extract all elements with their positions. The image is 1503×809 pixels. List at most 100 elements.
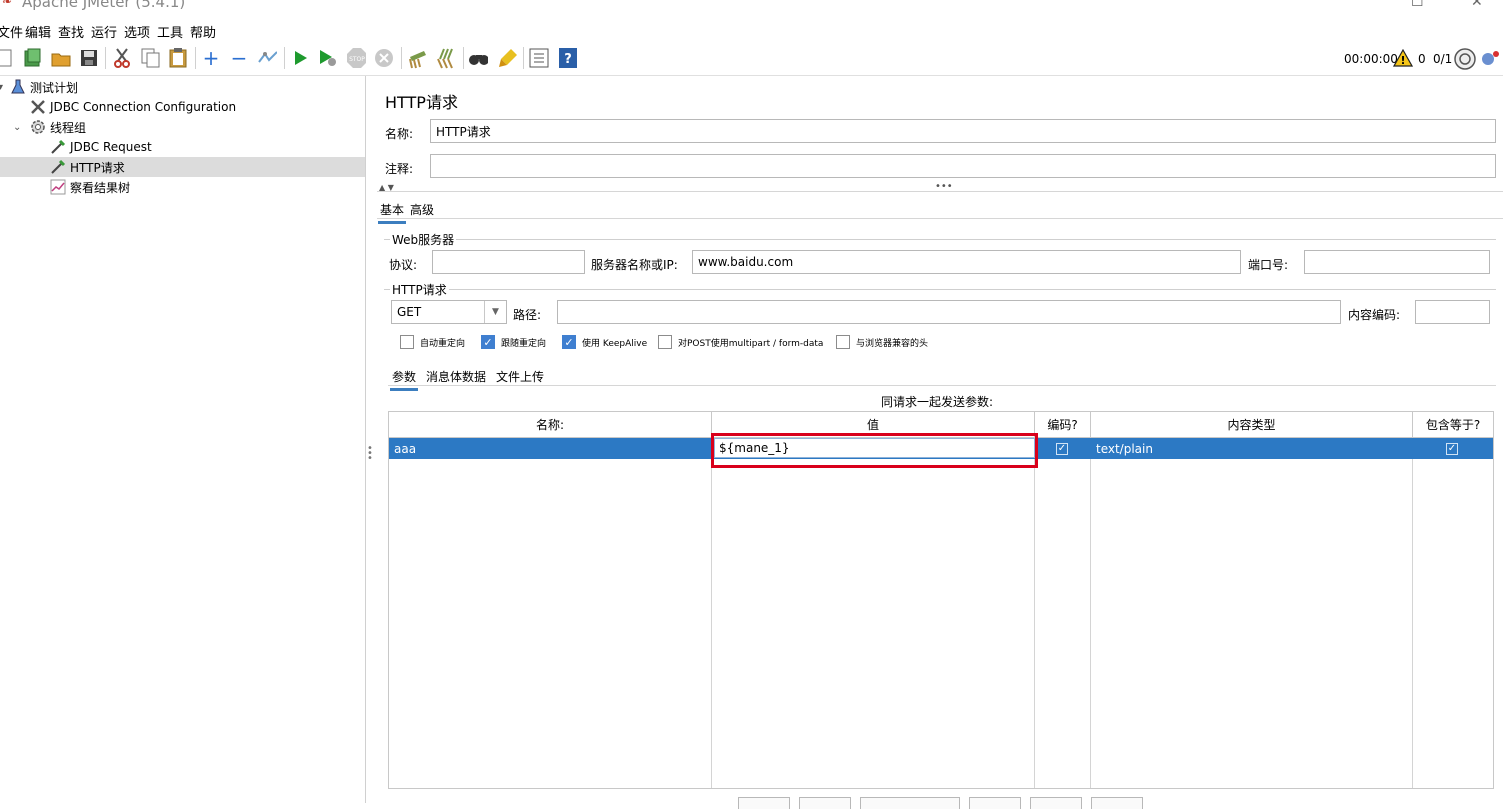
detail-button[interactable] xyxy=(738,797,790,809)
check-icon[interactable]: ✓ xyxy=(1446,442,1458,455)
pipette-icon xyxy=(50,159,66,175)
tab-file-upload[interactable]: 文件上传 xyxy=(494,366,546,391)
expand-icon[interactable]: + xyxy=(201,46,221,70)
path-input[interactable] xyxy=(557,300,1341,324)
reset-search-icon[interactable] xyxy=(497,48,517,68)
web-server-legend: Web服务器 xyxy=(390,231,457,248)
comment-label: 注释: xyxy=(385,162,414,176)
paste-icon[interactable] xyxy=(168,48,188,68)
menu-options[interactable]: 选项 xyxy=(124,22,150,41)
menu-help[interactable]: 帮助 xyxy=(190,22,216,41)
check-icon[interactable]: ✓ xyxy=(481,335,495,349)
collapse-arrows-icon[interactable]: ▲ ▼ xyxy=(379,183,394,192)
column-header-include-equals[interactable]: 包含等于? xyxy=(1413,412,1493,438)
browser-headers-checkbox[interactable]: 与浏览器兼容的头 xyxy=(836,335,928,349)
tree-item-jdbc-config[interactable]: JDBC Connection Configuration xyxy=(0,97,365,117)
maximize-button[interactable]: ☐ xyxy=(1411,0,1424,10)
include-equals-cell[interactable]: ✓ xyxy=(1441,438,1481,459)
main-tabs: 基本 高级 xyxy=(378,199,436,224)
tree-item-results-tree[interactable]: 察看结果树 xyxy=(0,177,365,197)
run-status-icon xyxy=(1454,48,1476,70)
checkbox-box[interactable] xyxy=(658,335,672,349)
chart-icon xyxy=(50,179,66,195)
value-cell-highlight xyxy=(711,433,1038,468)
tab-body-data[interactable]: 消息体数据 xyxy=(424,366,488,391)
protocol-label: 协议: xyxy=(389,258,418,272)
chevron-down-icon[interactable]: ▼ xyxy=(484,301,506,323)
title-bar: ❧ Apache JMeter (5.4.1) ☐ ✕ xyxy=(0,0,1503,20)
tab-parameters[interactable]: 参数 xyxy=(390,366,419,391)
checkbox-label: 与浏览器兼容的头 xyxy=(856,338,929,349)
tree-item-label: HTTP请求 xyxy=(70,160,125,175)
up-button[interactable] xyxy=(1030,797,1082,809)
follow-redirect-checkbox[interactable]: ✓ 跟随重定向 xyxy=(481,335,546,349)
encoding-label: 内容编码: xyxy=(1348,308,1401,322)
drag-dots-icon[interactable]: ••• xyxy=(935,181,953,192)
tab-basic[interactable]: 基本 xyxy=(378,199,407,224)
tab-advanced[interactable]: 高级 xyxy=(408,199,436,224)
menu-run[interactable]: 运行 xyxy=(91,22,117,41)
warning-icon[interactable]: ! xyxy=(1392,48,1414,67)
collapse-icon[interactable]: − xyxy=(229,46,249,70)
server-input[interactable] xyxy=(692,250,1241,274)
collapse-bar[interactable]: ▲ ▼ ••• xyxy=(377,181,1503,192)
close-button[interactable]: ✕ xyxy=(1471,0,1483,10)
tree-item-label: 察看结果树 xyxy=(70,180,131,195)
auto-redirect-checkbox[interactable]: 自动重定向 xyxy=(400,335,465,349)
open-icon[interactable] xyxy=(51,48,71,68)
tree-item-label: 测试计划 xyxy=(30,80,79,95)
menu-search[interactable]: 查找 xyxy=(58,22,84,41)
tree-item-label: JDBC Request xyxy=(70,140,152,154)
tree-item-http-request[interactable]: HTTP请求 xyxy=(0,157,365,177)
comment-input[interactable] xyxy=(430,154,1496,178)
content-type-cell[interactable]: text/plain xyxy=(1091,438,1413,459)
add-from-clipboard-button[interactable] xyxy=(860,797,960,809)
http-request-section xyxy=(384,289,1496,290)
multipart-checkbox[interactable]: 对POST使用multipart / form-data xyxy=(658,335,823,349)
http-request-panel: HTTP请求 名称: 注释: ▲ ▼ ••• 基本 高级 Web服务器 协议: … xyxy=(373,76,1503,809)
templates-icon[interactable] xyxy=(23,48,43,68)
menu-tools[interactable]: 工具 xyxy=(157,22,183,41)
help-icon[interactable]: ? xyxy=(558,48,578,68)
cut-icon[interactable] xyxy=(112,48,132,68)
method-value: GET xyxy=(397,305,422,319)
pipette-icon xyxy=(50,139,66,155)
encoding-input[interactable] xyxy=(1415,300,1490,324)
test-plan-tree: ▾ 测试计划 JDBC Connection Configuration ⌄ 线… xyxy=(0,76,366,803)
tree-item-jdbc-request[interactable]: JDBC Request xyxy=(0,137,365,157)
save-icon[interactable] xyxy=(79,48,99,68)
checkbox-box[interactable] xyxy=(400,335,414,349)
name-input[interactable] xyxy=(430,119,1496,143)
column-header-encode[interactable]: 编码? xyxy=(1035,412,1091,438)
menu-edit[interactable]: 编辑 xyxy=(25,22,51,41)
new-icon[interactable] xyxy=(0,48,14,68)
delete-button[interactable] xyxy=(969,797,1021,809)
column-header-content-type[interactable]: 内容类型 xyxy=(1091,412,1413,438)
start-icon[interactable] xyxy=(291,48,311,68)
toggle-icon[interactable] xyxy=(257,48,277,68)
protocol-input[interactable] xyxy=(432,250,585,274)
down-button[interactable] xyxy=(1091,797,1143,809)
menu-file[interactable]: 文件 xyxy=(0,22,23,41)
add-button[interactable] xyxy=(799,797,851,809)
copy-icon[interactable] xyxy=(141,48,161,68)
column-header-name[interactable]: 名称: xyxy=(389,412,712,438)
stop-icon[interactable]: STOP xyxy=(346,48,366,68)
keepalive-checkbox[interactable]: ✓ 使用 KeepAlive xyxy=(562,335,647,349)
check-icon[interactable]: ✓ xyxy=(1056,442,1068,455)
port-input[interactable] xyxy=(1304,250,1490,274)
tree-item-thread-group[interactable]: ⌄ 线程组 xyxy=(0,117,365,137)
check-icon[interactable]: ✓ xyxy=(562,335,576,349)
param-name-cell[interactable]: aaa xyxy=(389,438,712,459)
remote-icon[interactable] xyxy=(1480,49,1500,69)
encode-cell[interactable]: ✓ xyxy=(1046,438,1076,459)
tree-item-test-plan[interactable]: ▾ 测试计划 xyxy=(0,77,365,97)
method-select[interactable]: GET ▼ xyxy=(391,300,507,324)
checkbox-box[interactable] xyxy=(836,335,850,349)
search-icon[interactable] xyxy=(468,48,488,68)
clear-all-icon[interactable] xyxy=(436,48,456,69)
start-no-pause-icon[interactable] xyxy=(318,48,338,68)
shutdown-icon[interactable] xyxy=(374,48,394,68)
clear-icon[interactable] xyxy=(406,48,426,69)
function-helper-icon[interactable] xyxy=(529,48,549,68)
